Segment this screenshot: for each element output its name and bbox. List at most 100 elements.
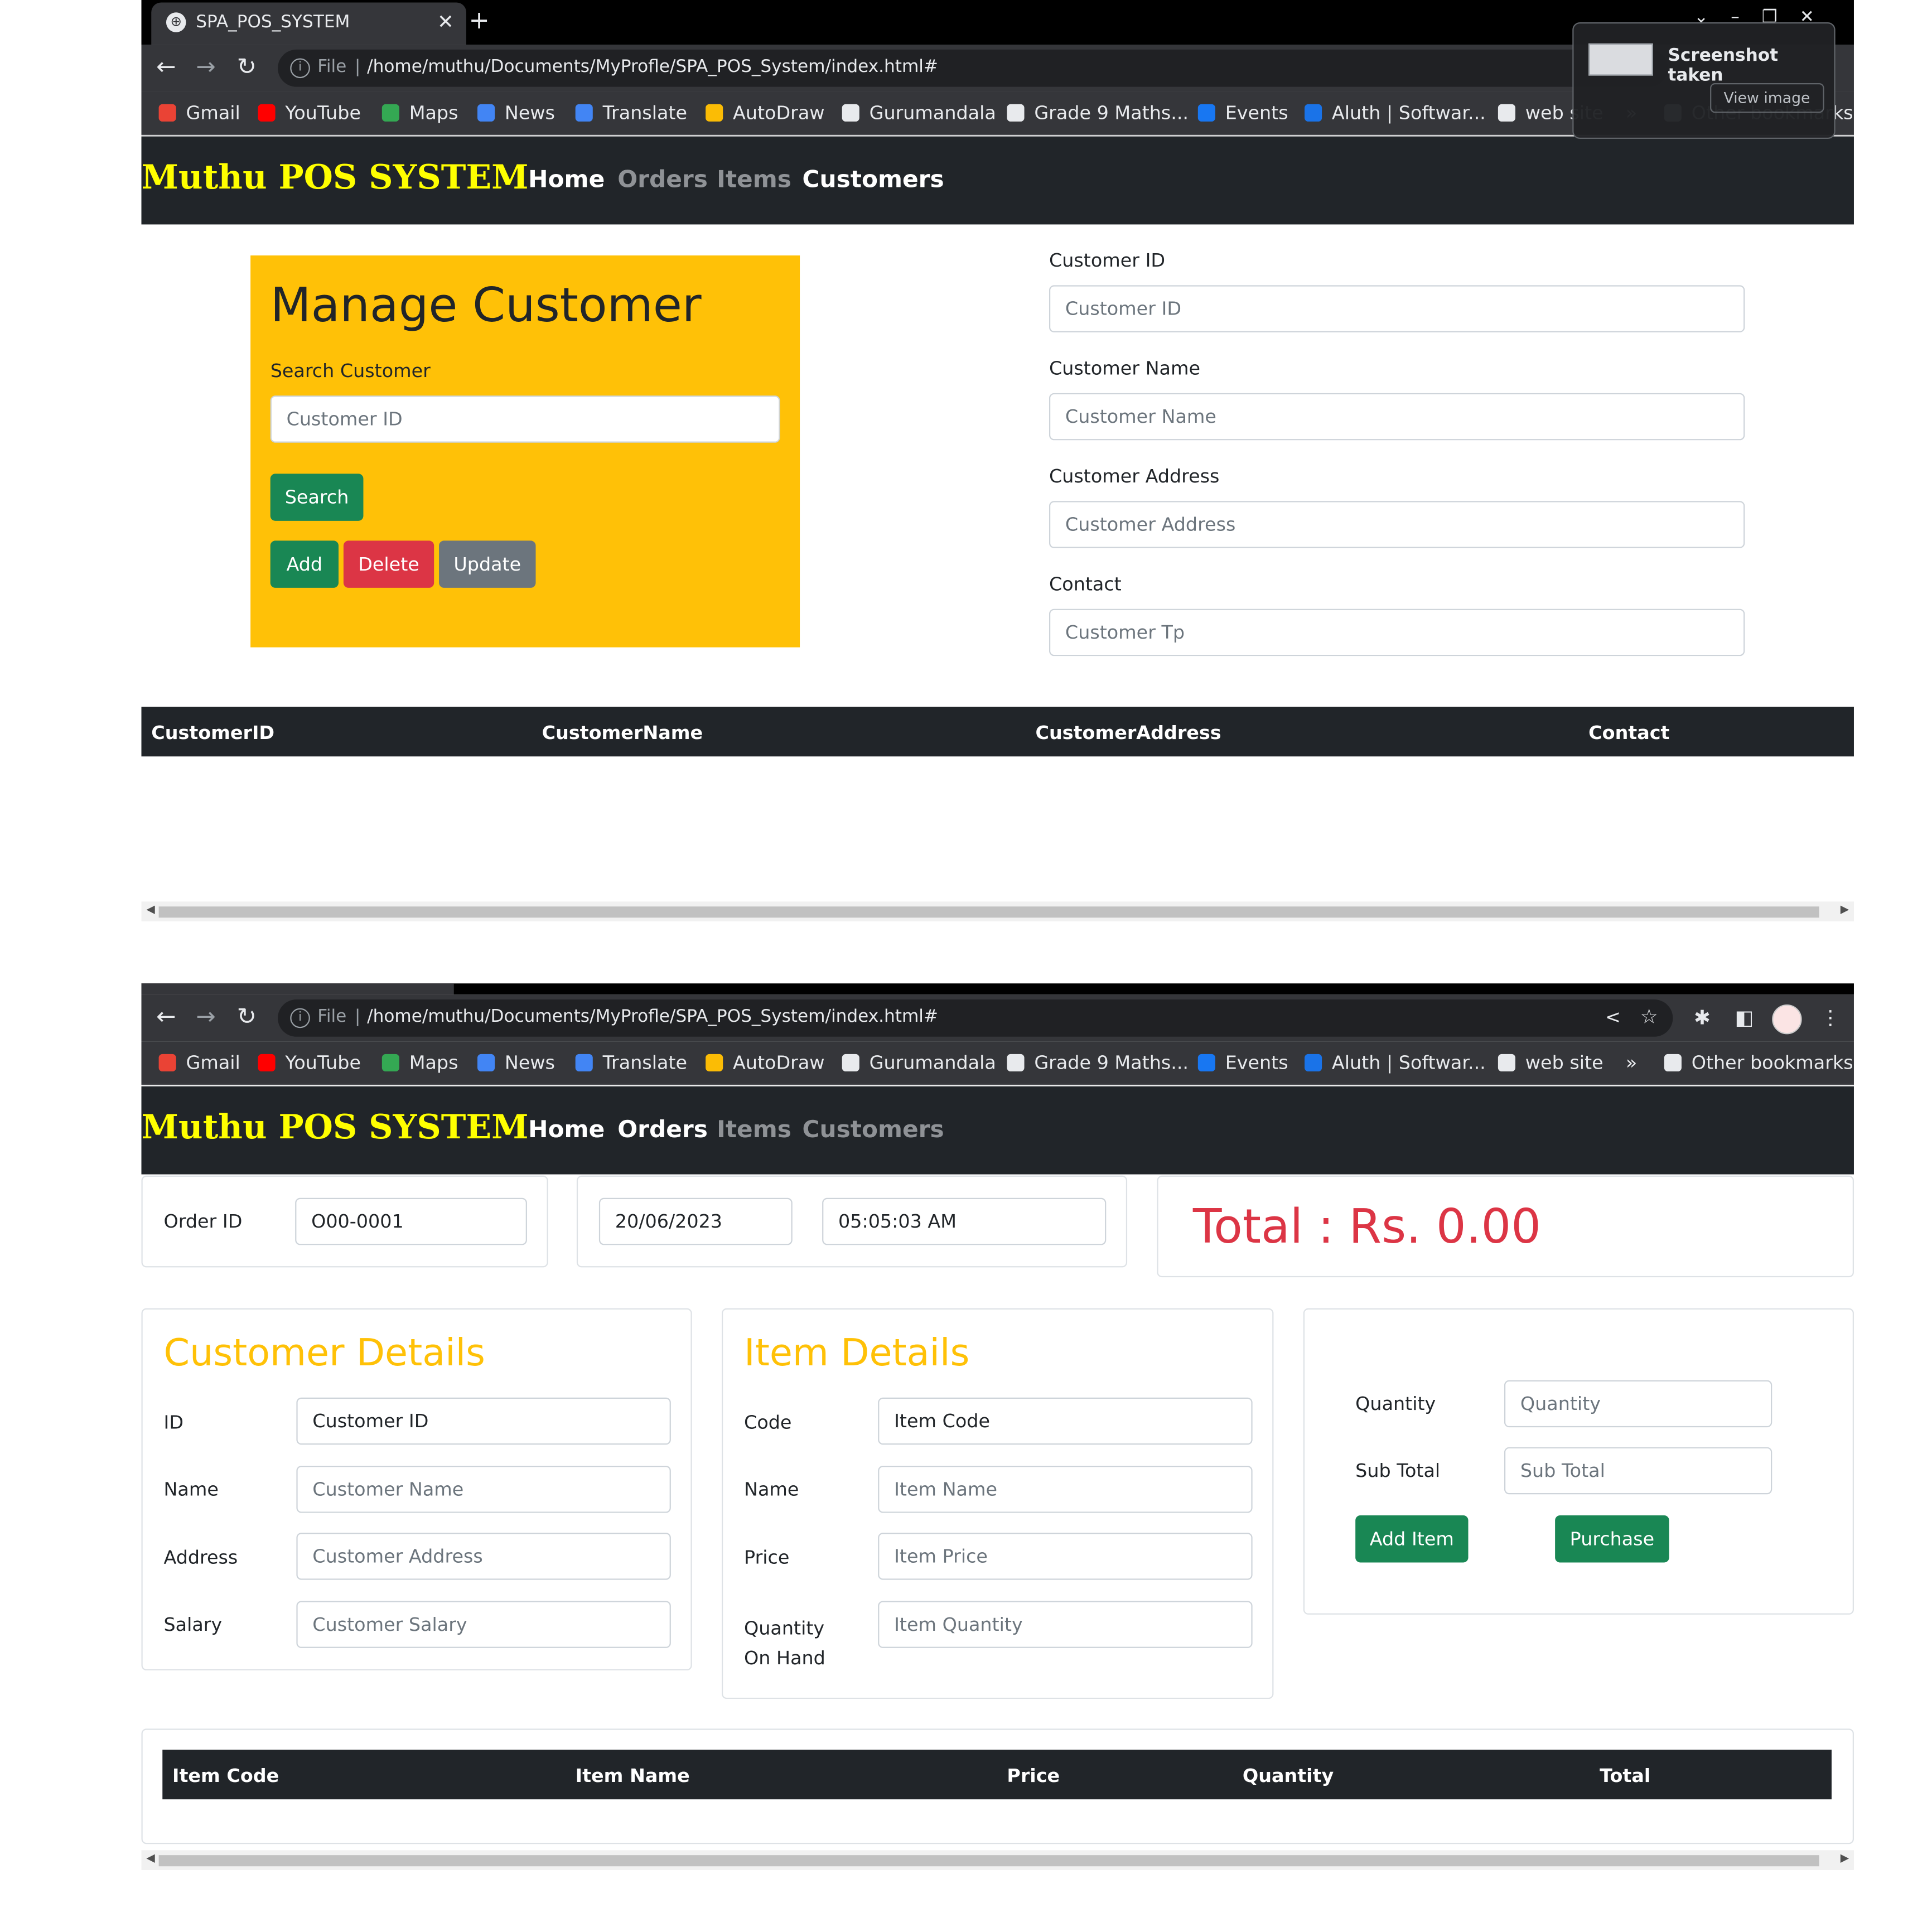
share-icon[interactable]: < [1605,1006,1621,1028]
bookmark-label: Maps [409,1051,458,1074]
screenshot-toast: Screenshot taken View image [1572,22,1836,139]
info-icon[interactable]: i [290,1008,310,1028]
customer-name-input[interactable]: Customer Name [1049,393,1745,441]
scroll-left-icon[interactable]: ◀ [146,1853,154,1865]
horizontal-scrollbar[interactable]: ◀ ▶ [141,901,1854,921]
scrollbar-thumb[interactable] [158,906,1819,918]
scroll-right-icon[interactable]: ▶ [1841,904,1849,916]
item-price-input[interactable]: Item Price [878,1533,1253,1580]
favicon-icon [158,1054,176,1072]
url-separator: | [354,57,361,77]
close-tab-icon[interactable]: ✕ [437,10,454,33]
bookmark-item[interactable]: YouTube [258,102,361,124]
bookmark-item[interactable]: Gurumandala [842,102,996,124]
purchase-button[interactable]: Purchase [1555,1515,1669,1563]
view-image-button[interactable]: View image [1710,83,1824,113]
bookmark-item[interactable]: News [477,102,555,124]
bookmark-label: Events [1225,1051,1288,1074]
bookmark-item[interactable]: Grade 9 Maths... [1007,1051,1189,1074]
search-button[interactable]: Search [270,474,364,521]
bookmark-label: News [504,1051,556,1074]
bookmark-item[interactable]: Aluth | Softwar... [1305,1051,1486,1074]
bookmark-item[interactable]: Events [1197,102,1288,124]
cust-name-input[interactable]: Customer Name [296,1466,671,1513]
item-qoh-input[interactable]: Item Quantity [878,1601,1253,1648]
new-tab-icon[interactable]: + [468,5,489,35]
nav-customers[interactable]: Customers [803,1116,944,1143]
search-customer-input[interactable]: Customer ID [270,395,780,443]
menu-icon[interactable]: ⋮ [1820,1006,1841,1029]
profile-avatar[interactable] [1772,1004,1802,1035]
item-code-input[interactable]: Item Code [878,1397,1253,1445]
side-panel-icon[interactable]: ◧ [1735,1006,1754,1029]
order-id-input[interactable]: O00-0001 [295,1197,527,1245]
bookmark-item[interactable]: web site [1498,1051,1603,1074]
back-icon[interactable]: ← [156,1004,176,1029]
forward-icon[interactable]: → [196,55,215,79]
cust-address-input[interactable]: Customer Address [296,1533,671,1580]
bookmark-item[interactable]: Aluth | Softwar... [1305,102,1486,124]
other-bookmarks[interactable]: Other bookmarks [1664,1051,1853,1074]
horizontal-scrollbar[interactable]: ◀ ▶ [141,1850,1854,1870]
date-input[interactable]: 20/06/2023 [598,1197,793,1245]
bookmark-item[interactable]: Gmail [158,102,240,124]
favicon-icon [158,104,176,122]
delete-button[interactable]: Delete [343,540,434,588]
subtotal-input[interactable]: Sub Total [1504,1447,1772,1495]
customer-id-input[interactable]: Customer ID [1049,285,1745,332]
screenshot-thumbnail[interactable] [1588,43,1653,76]
bookmark-item[interactable]: Events [1197,1051,1288,1074]
bookmark-item[interactable]: YouTube [258,1051,361,1074]
address-bar[interactable]: i File | /home/muthu/Documents/MyProfle/… [278,999,1673,1037]
add-button[interactable]: Add [270,540,339,588]
nav-items[interactable]: Items [717,166,791,194]
forward-icon[interactable]: → [196,1004,215,1029]
bookmark-item[interactable]: Maps [381,102,458,124]
browser-tab[interactable]: ⊕ SPA_POS_SYSTEM ✕ [151,2,466,45]
nav-home[interactable]: Home [528,166,605,194]
time-input[interactable]: 05:05:03 AM [822,1197,1107,1245]
more-bookmarks-icon[interactable]: » [1626,1051,1637,1074]
extensions-icon[interactable]: ✱ [1694,1006,1711,1029]
brand[interactable]: Muthu POS SYSTEM [141,159,528,197]
favicon-icon [1305,1054,1322,1072]
reload-icon[interactable]: ↻ [237,1004,257,1029]
contact-input[interactable]: Customer Tp [1049,608,1745,656]
url-prefix: File [317,57,347,77]
bookmark-item[interactable]: Gmail [158,1051,240,1074]
bookmark-item[interactable]: AutoDraw [706,1051,825,1074]
scroll-right-icon[interactable]: ▶ [1841,1853,1849,1865]
bookmark-item[interactable]: Grade 9 Maths... [1007,102,1189,124]
scrollbar-thumb[interactable] [158,1855,1819,1867]
bookmark-item[interactable]: AutoDraw [706,102,825,124]
brand[interactable]: Muthu POS SYSTEM [141,1109,528,1147]
add-item-button[interactable]: Add Item [1355,1515,1469,1563]
nav-items[interactable]: Items [717,1116,791,1143]
bookmark-item[interactable]: News [477,1051,555,1074]
info-icon[interactable]: i [290,58,310,79]
favicon-icon [706,104,723,122]
update-button[interactable]: Update [439,540,536,588]
bookmark-item[interactable]: Translate [575,102,687,124]
scroll-left-icon[interactable]: ◀ [146,904,154,916]
item-name-input[interactable]: Item Name [878,1466,1253,1513]
bookmark-star-icon[interactable]: ☆ [1640,1004,1658,1028]
nav-orders[interactable]: Orders [617,1116,708,1143]
nav-home[interactable]: Home [528,1116,605,1143]
quantity-input[interactable]: Quantity [1504,1380,1772,1428]
bookmark-item[interactable]: Gurumandala [842,1051,996,1074]
cust-salary-input[interactable]: Customer Salary [296,1601,671,1648]
customer-address-input[interactable]: Customer Address [1049,501,1745,548]
nav-orders[interactable]: Orders [617,166,708,194]
address-bar[interactable]: i File | /home/muthu/Documents/MyProfle/… [278,49,1668,87]
reload-icon[interactable]: ↻ [237,55,257,79]
bookmark-item[interactable]: Translate [575,1051,687,1074]
order-table-header: Item Code Item Name Price Quantity Total [162,1750,1832,1800]
favicon-icon [842,104,859,122]
cust-id-input[interactable]: Customer ID [296,1397,671,1445]
nav-customers[interactable]: Customers [803,166,944,194]
bookmark-item[interactable]: Maps [381,1051,458,1074]
back-icon[interactable]: ← [156,55,176,79]
favicon-icon [258,104,276,122]
customer-details-card: Customer Details ID Customer ID Name Cus… [141,1308,692,1670]
